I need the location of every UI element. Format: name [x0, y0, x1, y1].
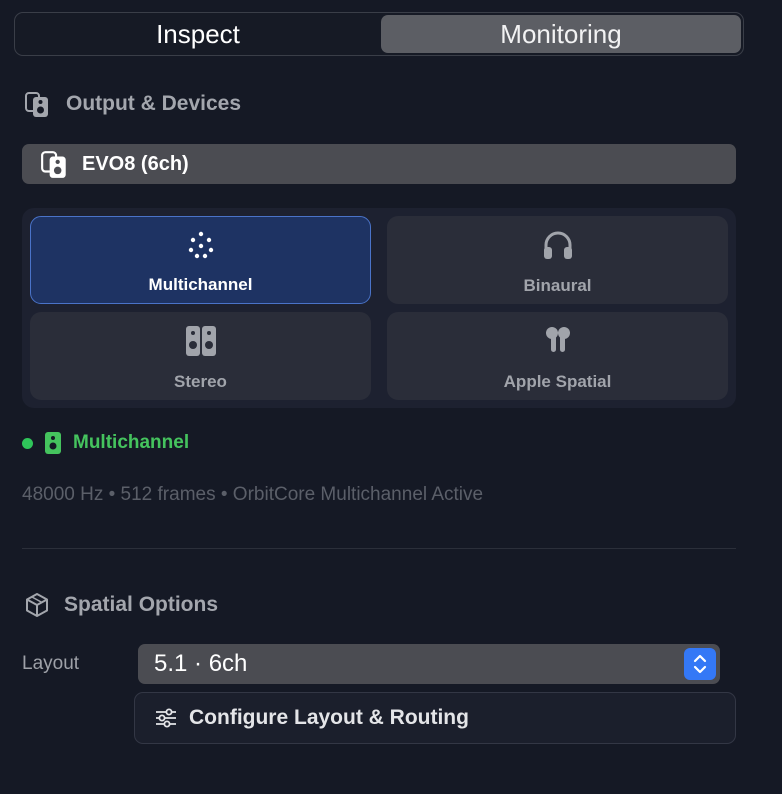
- status-dot: [22, 437, 33, 449]
- tab-monitoring[interactable]: Monitoring: [381, 15, 741, 53]
- status-line: Multichannel: [22, 432, 189, 454]
- mode-label: Apple Spatial: [503, 372, 612, 391]
- airpods-icon: [545, 327, 570, 352]
- audio-info-text: 48000 Hz • 512 frames • OrbitCore Multic…: [22, 484, 484, 505]
- mode-binaural[interactable]: Binaural: [387, 216, 728, 304]
- configure-layout-button[interactable]: Configure Layout & Routing: [134, 692, 736, 744]
- mode-grid: Multichannel Binaural Stereo Apple Spati…: [22, 208, 736, 408]
- chevron-up-down-icon: [693, 654, 707, 674]
- status-mode-label: Multichannel: [73, 432, 190, 453]
- layout-select[interactable]: 5.1 · 6ch: [138, 644, 720, 684]
- divider: [22, 548, 736, 549]
- layout-label: Layout: [22, 653, 80, 674]
- dots-surround-icon: [188, 231, 213, 259]
- speaker-icon: [45, 432, 61, 454]
- mode-multichannel[interactable]: Multichannel: [30, 216, 371, 304]
- output-device-select[interactable]: EVO8 (6ch): [22, 144, 736, 184]
- spatial-options-header: Spatial Options: [24, 592, 218, 618]
- speaker-icon: [25, 92, 48, 117]
- mode-label: Binaural: [523, 276, 592, 295]
- headphones-icon: [543, 231, 572, 259]
- sliders-icon: [156, 708, 176, 728]
- cube-icon: [26, 593, 48, 617]
- output-device-label: EVO8 (6ch): [82, 152, 189, 175]
- configure-layout-label: Configure Layout & Routing: [189, 706, 469, 729]
- mode-label: Multichannel: [148, 275, 253, 294]
- view-segmented-control: Inspect Monitoring: [14, 12, 744, 56]
- stereo-speakers-icon: [185, 326, 216, 356]
- tab-inspect[interactable]: Inspect: [17, 15, 379, 53]
- mode-apple-spatial[interactable]: Apple Spatial: [387, 312, 728, 400]
- layout-value: 5.1 · 6ch: [154, 650, 248, 677]
- spatial-options-title: Spatial Options: [64, 593, 219, 616]
- output-devices-title: Output & Devices: [66, 92, 242, 115]
- mode-label: Stereo: [174, 372, 227, 391]
- mode-stereo[interactable]: Stereo: [30, 312, 371, 400]
- layout-stepper[interactable]: [684, 648, 716, 680]
- speaker-icon: [41, 151, 66, 178]
- output-devices-header: Output & Devices: [24, 90, 241, 118]
